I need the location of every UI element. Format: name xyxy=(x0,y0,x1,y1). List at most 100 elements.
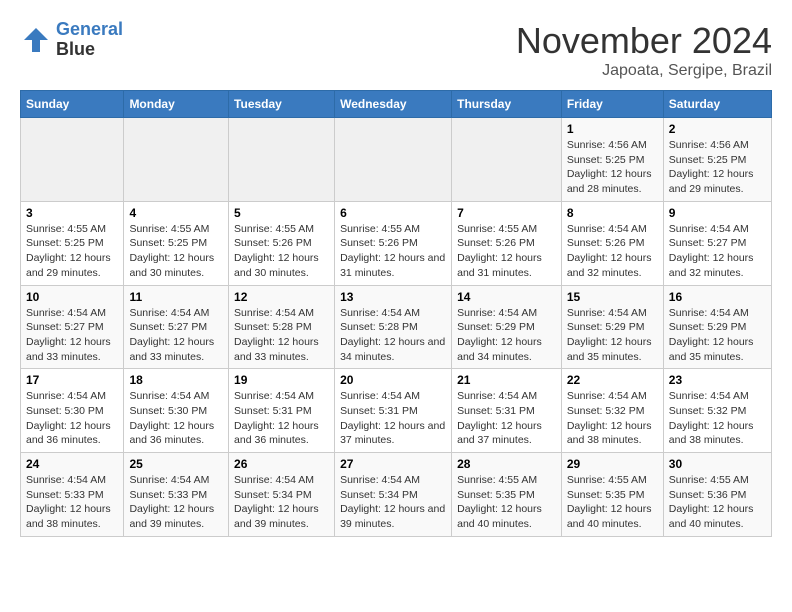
calendar-cell: 21 Sunrise: 4:54 AM Sunset: 5:31 PM Dayli… xyxy=(452,369,562,453)
calendar-cell: 19 Sunrise: 4:54 AM Sunset: 5:31 PM Dayli… xyxy=(229,369,335,453)
calendar-cell: 13 Sunrise: 4:54 AM Sunset: 5:28 PM Dayli… xyxy=(335,285,452,369)
day-number: 2 xyxy=(669,122,766,136)
day-info: Sunrise: 4:54 AM Sunset: 5:31 PM Dayligh… xyxy=(234,389,329,448)
day-info: Sunrise: 4:54 AM Sunset: 5:27 PM Dayligh… xyxy=(129,306,223,365)
calendar-cell: 8 Sunrise: 4:54 AM Sunset: 5:26 PM Daylig… xyxy=(561,201,663,285)
calendar-cell: 7 Sunrise: 4:55 AM Sunset: 5:26 PM Daylig… xyxy=(452,201,562,285)
day-number: 11 xyxy=(129,290,223,304)
calendar-cell: 26Sunrise: 4:54 AM Sunset: 5:34 PM Dayli… xyxy=(229,453,335,537)
calendar-cell: 29Sunrise: 4:55 AM Sunset: 5:35 PM Dayli… xyxy=(561,453,663,537)
calendar-cell: 4Sunrise: 4:55 AM Sunset: 5:25 PM Daylig… xyxy=(124,201,229,285)
calendar-cell: 16 Sunrise: 4:54 AM Sunset: 5:29 PM Dayli… xyxy=(663,285,771,369)
day-number: 17 xyxy=(26,373,118,387)
day-number: 9 xyxy=(669,206,766,220)
logo-line2: Blue xyxy=(56,40,123,60)
logo: General Blue xyxy=(20,20,123,60)
calendar-cell: 17 Sunrise: 4:54 AM Sunset: 5:30 PM Dayli… xyxy=(21,369,124,453)
day-number: 25 xyxy=(129,457,223,471)
day-info: Sunrise: 4:54 AM Sunset: 5:30 PM Dayligh… xyxy=(26,389,118,448)
day-info: Sunrise: 4:54 AM Sunset: 5:28 PM Dayligh… xyxy=(340,306,446,365)
calendar-cell: 2Sunrise: 4:56 AM Sunset: 5:25 PM Daylig… xyxy=(663,118,771,202)
calendar-cell: 6 Sunrise: 4:55 AM Sunset: 5:26 PM Daylig… xyxy=(335,201,452,285)
day-info: Sunrise: 4:54 AM Sunset: 5:27 PM Dayligh… xyxy=(669,222,766,281)
calendar-cell xyxy=(452,118,562,202)
day-number: 24 xyxy=(26,457,118,471)
calendar-cell: 14 Sunrise: 4:54 AM Sunset: 5:29 PM Dayli… xyxy=(452,285,562,369)
day-info: Sunrise: 4:54 AM Sunset: 5:33 PM Dayligh… xyxy=(26,473,118,532)
calendar-cell: 25Sunrise: 4:54 AM Sunset: 5:33 PM Dayli… xyxy=(124,453,229,537)
day-info: Sunrise: 4:54 AM Sunset: 5:29 PM Dayligh… xyxy=(457,306,556,365)
weekday-header-row: SundayMondayTuesdayWednesdayThursdayFrid… xyxy=(21,91,772,118)
calendar-cell: 27 Sunrise: 4:54 AM Sunset: 5:34 PM Dayli… xyxy=(335,453,452,537)
day-number: 1 xyxy=(567,122,658,136)
calendar-cell xyxy=(21,118,124,202)
day-info: Sunrise: 4:54 AM Sunset: 5:26 PM Dayligh… xyxy=(567,222,658,281)
calendar-cell: 28Sunrise: 4:55 AM Sunset: 5:35 PM Dayli… xyxy=(452,453,562,537)
day-number: 6 xyxy=(340,206,446,220)
month-title: November 2024 xyxy=(516,20,772,62)
day-number: 16 xyxy=(669,290,766,304)
day-number: 5 xyxy=(234,206,329,220)
day-info: Sunrise: 4:54 AM Sunset: 5:31 PM Dayligh… xyxy=(340,389,446,448)
day-number: 29 xyxy=(567,457,658,471)
weekday-header: Thursday xyxy=(452,91,562,118)
calendar-table: SundayMondayTuesdayWednesdayThursdayFrid… xyxy=(20,90,772,537)
day-info: Sunrise: 4:54 AM Sunset: 5:27 PM Dayligh… xyxy=(26,306,118,365)
day-number: 8 xyxy=(567,206,658,220)
day-info: Sunrise: 4:55 AM Sunset: 5:25 PM Dayligh… xyxy=(26,222,118,281)
calendar-week-row: 24 Sunrise: 4:54 AM Sunset: 5:33 PM Dayli… xyxy=(21,453,772,537)
day-number: 21 xyxy=(457,373,556,387)
page-header: General Blue November 2024 Japoata, Serg… xyxy=(20,20,772,80)
day-info: Sunrise: 4:54 AM Sunset: 5:34 PM Dayligh… xyxy=(340,473,446,532)
calendar-cell: 24 Sunrise: 4:54 AM Sunset: 5:33 PM Dayli… xyxy=(21,453,124,537)
day-info: Sunrise: 4:55 AM Sunset: 5:26 PM Dayligh… xyxy=(234,222,329,281)
calendar-week-row: 1 Sunrise: 4:56 AM Sunset: 5:25 PM Daylig… xyxy=(21,118,772,202)
day-info: Sunrise: 4:55 AM Sunset: 5:26 PM Dayligh… xyxy=(457,222,556,281)
day-info: Sunrise: 4:54 AM Sunset: 5:29 PM Dayligh… xyxy=(669,306,766,365)
day-number: 12 xyxy=(234,290,329,304)
weekday-header: Monday xyxy=(124,91,229,118)
day-info: Sunrise: 4:54 AM Sunset: 5:28 PM Dayligh… xyxy=(234,306,329,365)
day-number: 22 xyxy=(567,373,658,387)
calendar-week-row: 10Sunrise: 4:54 AM Sunset: 5:27 PM Dayli… xyxy=(21,285,772,369)
calendar-cell: 12 Sunrise: 4:54 AM Sunset: 5:28 PM Dayli… xyxy=(229,285,335,369)
day-info: Sunrise: 4:54 AM Sunset: 5:34 PM Dayligh… xyxy=(234,473,329,532)
weekday-header: Sunday xyxy=(21,91,124,118)
day-info: Sunrise: 4:55 AM Sunset: 5:26 PM Dayligh… xyxy=(340,222,446,281)
day-number: 15 xyxy=(567,290,658,304)
day-info: Sunrise: 4:54 AM Sunset: 5:29 PM Dayligh… xyxy=(567,306,658,365)
day-number: 30 xyxy=(669,457,766,471)
day-number: 19 xyxy=(234,373,329,387)
day-number: 28 xyxy=(457,457,556,471)
day-info: Sunrise: 4:54 AM Sunset: 5:32 PM Dayligh… xyxy=(669,389,766,448)
day-number: 23 xyxy=(669,373,766,387)
calendar-cell: 1 Sunrise: 4:56 AM Sunset: 5:25 PM Daylig… xyxy=(561,118,663,202)
weekday-header: Friday xyxy=(561,91,663,118)
calendar-cell: 11 Sunrise: 4:54 AM Sunset: 5:27 PM Dayli… xyxy=(124,285,229,369)
day-number: 27 xyxy=(340,457,446,471)
location-title: Japoata, Sergipe, Brazil xyxy=(516,62,772,80)
calendar-cell: 23 Sunrise: 4:54 AM Sunset: 5:32 PM Dayli… xyxy=(663,369,771,453)
day-number: 13 xyxy=(340,290,446,304)
title-section: November 2024 Japoata, Sergipe, Brazil xyxy=(516,20,772,80)
calendar-cell: 10Sunrise: 4:54 AM Sunset: 5:27 PM Dayli… xyxy=(21,285,124,369)
day-number: 7 xyxy=(457,206,556,220)
calendar-cell xyxy=(124,118,229,202)
day-number: 14 xyxy=(457,290,556,304)
calendar-cell: 30 Sunrise: 4:55 AM Sunset: 5:36 PM Dayli… xyxy=(663,453,771,537)
calendar-cell: 15 Sunrise: 4:54 AM Sunset: 5:29 PM Dayli… xyxy=(561,285,663,369)
calendar-cell: 20Sunrise: 4:54 AM Sunset: 5:31 PM Dayli… xyxy=(335,369,452,453)
day-info: Sunrise: 4:54 AM Sunset: 5:32 PM Dayligh… xyxy=(567,389,658,448)
calendar-cell: 3Sunrise: 4:55 AM Sunset: 5:25 PM Daylig… xyxy=(21,201,124,285)
calendar-cell: 22 Sunrise: 4:54 AM Sunset: 5:32 PM Dayli… xyxy=(561,369,663,453)
day-info: Sunrise: 4:54 AM Sunset: 5:30 PM Dayligh… xyxy=(129,389,223,448)
calendar-cell xyxy=(335,118,452,202)
day-info: Sunrise: 4:55 AM Sunset: 5:36 PM Dayligh… xyxy=(669,473,766,532)
day-number: 18 xyxy=(129,373,223,387)
logo-text: General Blue xyxy=(56,20,123,60)
calendar-week-row: 3Sunrise: 4:55 AM Sunset: 5:25 PM Daylig… xyxy=(21,201,772,285)
calendar-cell: 5 Sunrise: 4:55 AM Sunset: 5:26 PM Daylig… xyxy=(229,201,335,285)
weekday-header: Tuesday xyxy=(229,91,335,118)
day-info: Sunrise: 4:56 AM Sunset: 5:25 PM Dayligh… xyxy=(567,138,658,197)
day-info: Sunrise: 4:54 AM Sunset: 5:31 PM Dayligh… xyxy=(457,389,556,448)
